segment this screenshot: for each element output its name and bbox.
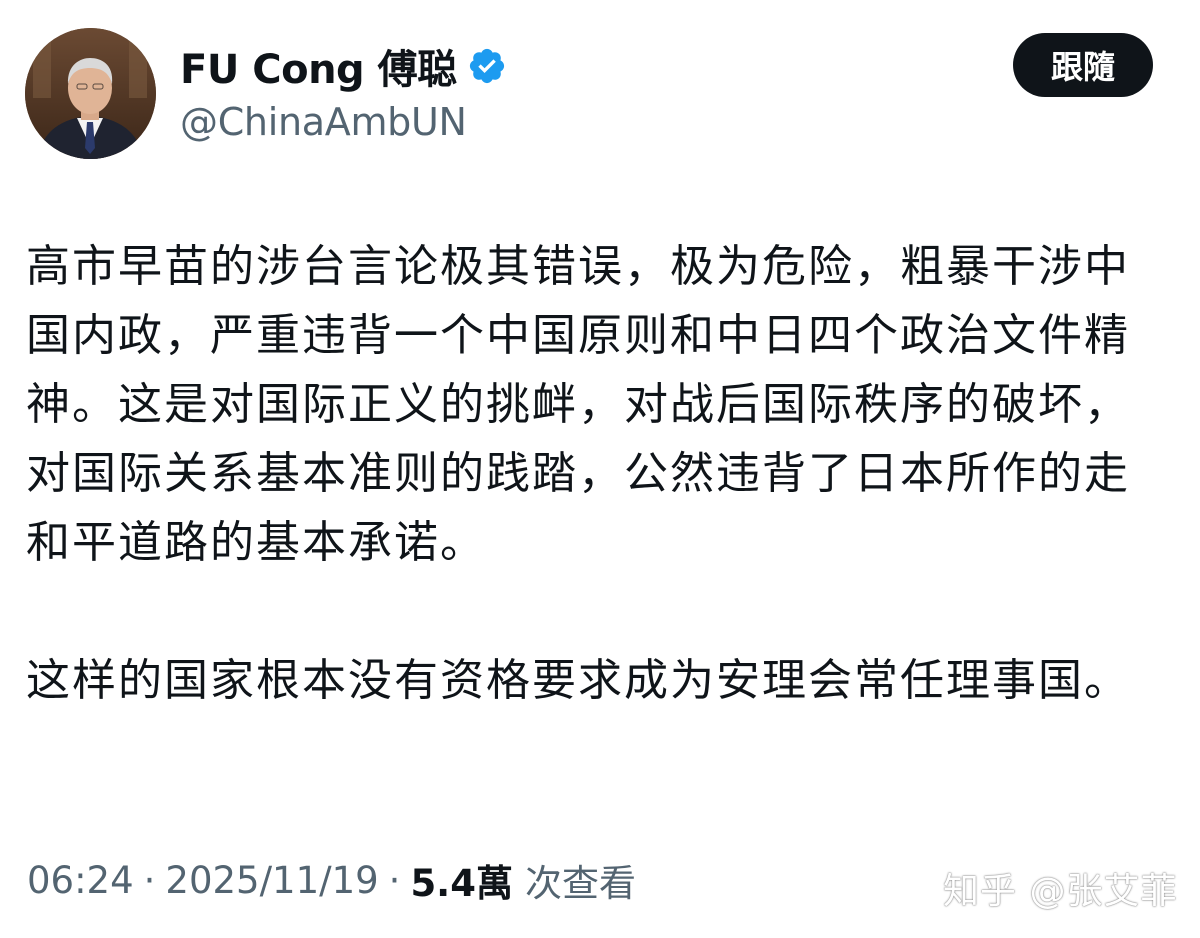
follow-button[interactable]: 跟隨 [1013,33,1153,97]
tweet-date[interactable]: 2025/11/19 [165,859,378,902]
meta-separator: · [143,858,156,902]
user-handle[interactable]: @ChinaAmbUN [180,100,507,144]
display-name[interactable]: FU Cong 傅聪 [180,37,457,95]
user-info: FU Cong 傅聪 @ChinaAmbUN [180,40,507,144]
avatar[interactable] [25,28,156,159]
tweet-meta: 06:24 · 2025/11/19 · 5.4萬 次查看 [27,852,636,908]
tweet-paragraph-1: 高市早苗的涉台言论极其错误，极为危险，粗暴干涉中国内政，严重违背一个中国原则和中… [26,241,1130,568]
tweet-text: 高市早苗的涉台言论极其错误，极为危险，粗暴干涉中国内政，严重违背一个中国原则和中… [26,232,1146,715]
tweet-paragraph-2: 这样的国家根本没有资格要求成为安理会常任理事国。 [26,655,1130,706]
display-name-row: FU Cong 傅聪 [180,37,507,95]
meta-separator: · [388,858,401,902]
avatar-portrait-image [25,28,156,159]
tweet-card: FU Cong 傅聪 @ChinaAmbUN 跟隨 高市早苗的涉台言论极其错误，… [0,0,1200,938]
watermark: 知乎 @张艾菲 [943,871,1178,912]
verified-badge-icon[interactable] [467,46,507,86]
views-count[interactable]: 5.4萬 [410,853,513,907]
views-label: 次查看 [524,862,636,905]
tweet-time[interactable]: 06:24 [27,859,134,902]
